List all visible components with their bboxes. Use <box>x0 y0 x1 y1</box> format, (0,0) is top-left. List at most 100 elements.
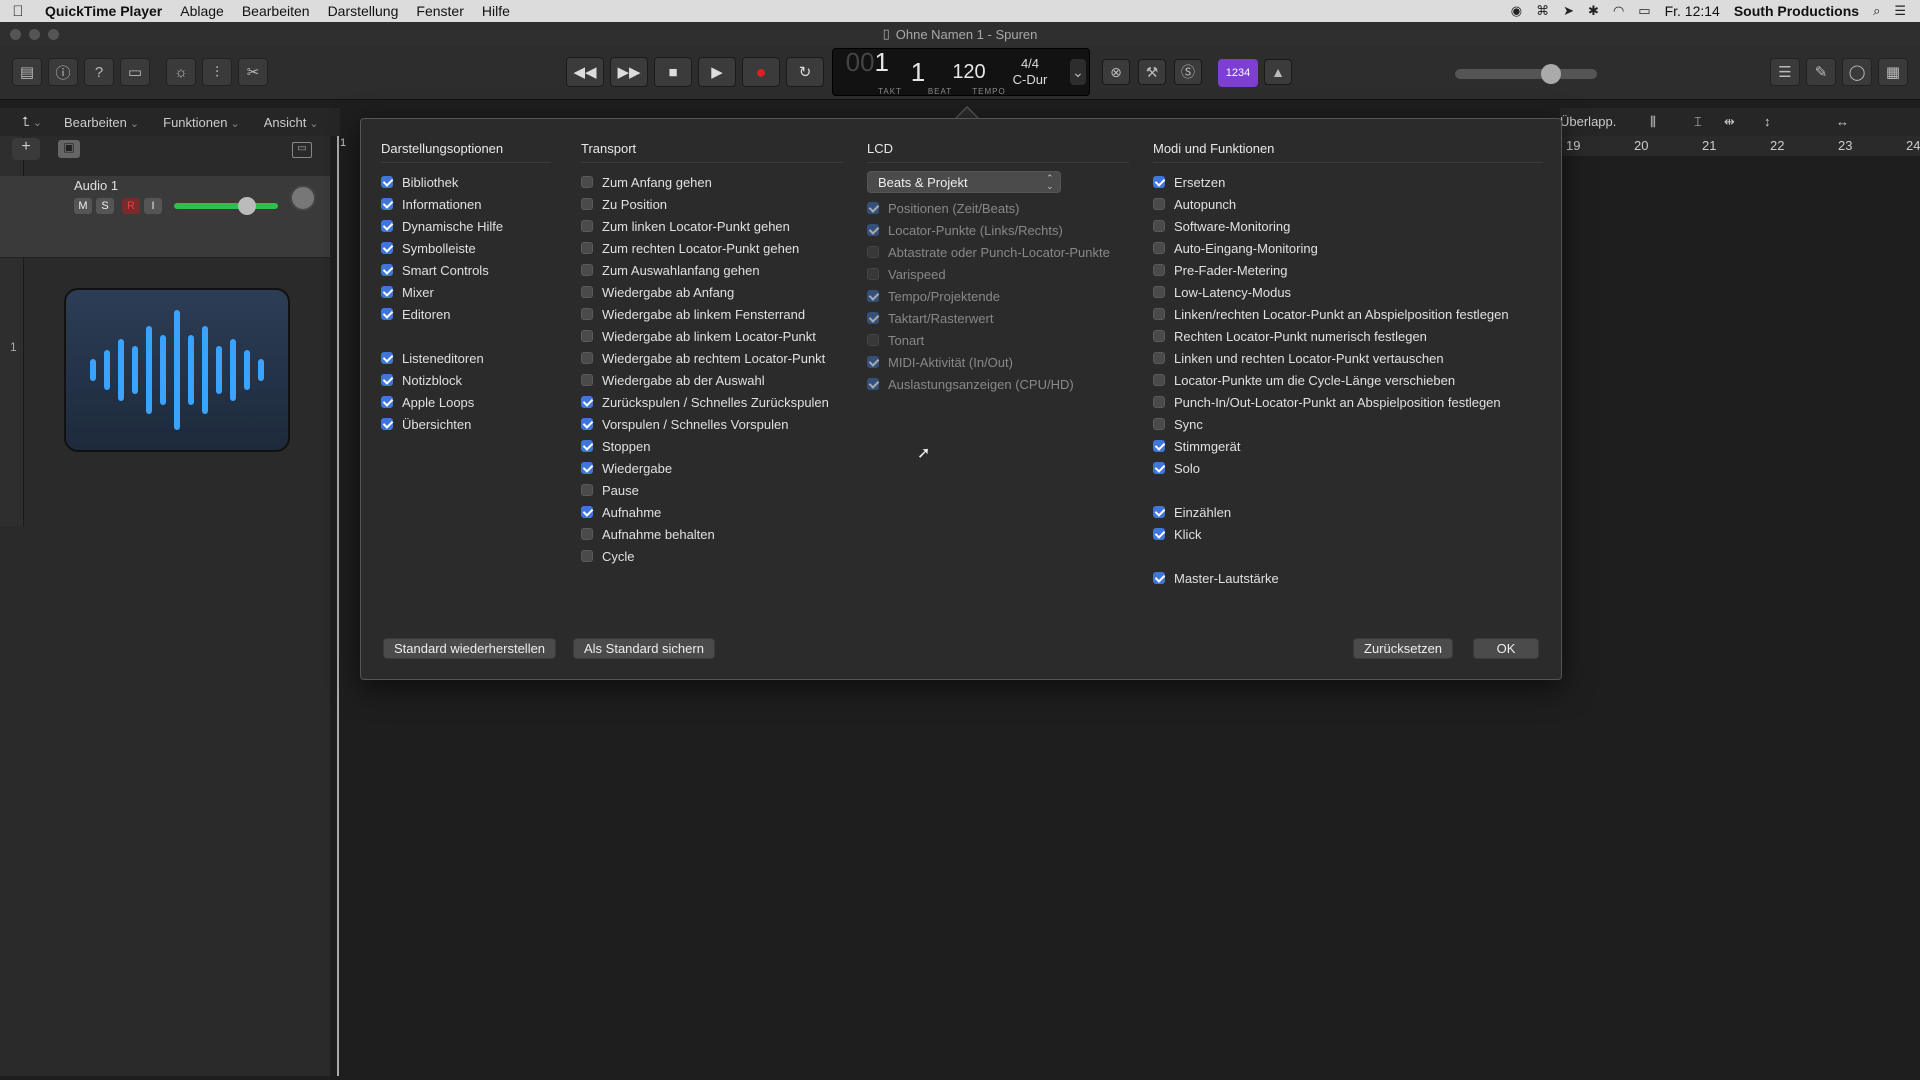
option-checkbox[interactable] <box>1153 330 1165 342</box>
lcd-dropdown-chevron-icon[interactable]: ⌄ <box>1070 59 1086 85</box>
option-checkbox[interactable] <box>1153 528 1165 540</box>
option-checkbox[interactable] <box>581 352 593 364</box>
option-checkbox[interactable] <box>1153 286 1165 298</box>
option-checkbox[interactable] <box>581 374 593 386</box>
browsers-icon[interactable]: ▦ <box>1878 58 1908 86</box>
horizontal-fit-icon[interactable]: ⇹ <box>1724 114 1735 130</box>
pan-knob[interactable] <box>290 185 316 211</box>
user-name[interactable]: South Productions <box>1734 3 1859 19</box>
option-row[interactable]: Locator-Punkte (Links/Rechts) <box>867 219 1129 241</box>
lcd-mode-select[interactable]: Beats & Projekt <box>867 171 1061 193</box>
reset-button[interactable]: Zurücksetzen <box>1353 638 1454 659</box>
solo-button[interactable]: S <box>96 198 114 214</box>
option-row[interactable]: Zu Position <box>581 193 843 215</box>
master-volume-slider[interactable] <box>1455 64 1597 84</box>
option-row[interactable]: Zum Anfang gehen <box>581 171 843 193</box>
global-tracks-icon[interactable]: ▭ <box>292 142 312 158</box>
option-row[interactable]: Ersetzen <box>1153 171 1543 193</box>
option-checkbox[interactable] <box>867 290 879 302</box>
option-checkbox[interactable] <box>1153 396 1165 408</box>
option-row[interactable]: Apple Loops <box>381 391 551 413</box>
option-row[interactable]: Autopunch <box>1153 193 1543 215</box>
vertical-zoom-icon[interactable]: ↕ <box>1764 114 1771 129</box>
save-as-default-button[interactable]: Als Standard sichern <box>573 638 715 659</box>
option-row[interactable]: Informationen <box>381 193 551 215</box>
tracks-menu-ansicht[interactable]: Ansicht <box>252 115 331 130</box>
horizontal-zoom-icon[interactable]: ↔ <box>1836 114 1849 129</box>
replace-mode-icon[interactable]: ⊗ <box>1102 59 1130 85</box>
option-row[interactable]: Wiedergabe ab linkem Locator-Punkt <box>581 325 843 347</box>
option-checkbox[interactable] <box>381 264 393 276</box>
option-row[interactable]: Einzählen <box>1153 501 1543 523</box>
rewind-button[interactable]: ◀◀ <box>566 57 604 87</box>
option-row[interactable]: MIDI-Aktivität (In/Out) <box>867 351 1129 373</box>
option-row[interactable]: Cycle <box>581 545 843 567</box>
option-row[interactable]: Symbolleiste <box>381 237 551 259</box>
option-checkbox[interactable] <box>867 356 879 368</box>
inspector-icon[interactable]: ⓘ <box>48 58 78 86</box>
mixer-icon[interactable]: ⫶ <box>202 58 232 86</box>
restore-default-button[interactable]: Standard wiederherstellen <box>383 638 557 659</box>
waveform-zoom-icon[interactable]: ⫼ <box>1650 114 1656 130</box>
wifi-icon[interactable]: ◠ <box>1613 3 1624 19</box>
option-checkbox[interactable] <box>381 242 393 254</box>
option-row[interactable]: Wiedergabe ab Anfang <box>581 281 843 303</box>
cycle-button[interactable]: ↻ <box>786 57 824 87</box>
menu-ablage[interactable]: Ablage <box>171 3 233 19</box>
option-row[interactable]: Locator-Punkte um die Cycle-Länge versch… <box>1153 369 1543 391</box>
smart-controls-icon[interactable]: ☼ <box>166 58 196 86</box>
menu-bearbeiten[interactable]: Bearbeiten <box>233 3 319 19</box>
option-row[interactable]: Bibliothek <box>381 171 551 193</box>
option-checkbox[interactable] <box>1153 440 1165 452</box>
count-in-button[interactable]: 1234 <box>1218 59 1258 87</box>
option-checkbox[interactable] <box>867 312 879 324</box>
option-checkbox[interactable] <box>867 268 879 280</box>
keyboard-icon[interactable]: ⌘ <box>1536 3 1549 19</box>
option-row[interactable]: Tempo/Projektende <box>867 285 1129 307</box>
option-checkbox[interactable] <box>581 528 593 540</box>
ok-button[interactable]: OK <box>1473 638 1539 659</box>
record-button[interactable]: ● <box>742 57 780 87</box>
option-row[interactable]: Wiedergabe ab der Auswahl <box>581 369 843 391</box>
clock[interactable]: Fr. 12:14 <box>1665 3 1720 19</box>
option-row[interactable]: Wiedergabe ab rechtem Locator-Punkt <box>581 347 843 369</box>
notification-center-icon[interactable]: ☰ <box>1894 3 1906 19</box>
play-button[interactable]: ▶ <box>698 57 736 87</box>
back-arrow-icon[interactable]: ⮤ <box>0 114 52 130</box>
master-volume-knob[interactable] <box>1541 64 1561 84</box>
menu-app-name[interactable]: QuickTime Player <box>36 3 171 19</box>
option-checkbox[interactable] <box>381 198 393 210</box>
option-row[interactable]: Aufnahme behalten <box>581 523 843 545</box>
apple-menu-icon[interactable]:  <box>0 3 36 20</box>
option-checkbox[interactable] <box>1153 220 1165 232</box>
record-status-icon[interactable]: ◉ <box>1511 3 1522 19</box>
option-row[interactable]: Zum Auswahlanfang gehen <box>581 259 843 281</box>
tracks-menu-bearbeiten[interactable]: Bearbeiten <box>52 115 151 130</box>
option-checkbox[interactable] <box>1153 374 1165 386</box>
option-row[interactable]: Editoren <box>381 303 551 325</box>
option-row[interactable]: Stimmgerät <box>1153 435 1543 457</box>
option-row[interactable]: Zum rechten Locator-Punkt gehen <box>581 237 843 259</box>
input-monitor-button[interactable]: I <box>144 198 162 214</box>
loop-browser-icon[interactable]: ◯ <box>1842 58 1872 86</box>
option-checkbox[interactable] <box>581 176 593 188</box>
option-row[interactable]: Stoppen <box>581 435 843 457</box>
zoom-window-button[interactable] <box>48 29 59 40</box>
vertical-fit-icon[interactable]: ⌶ <box>1694 114 1702 130</box>
location-icon[interactable]: ➤ <box>1563 3 1574 19</box>
quick-help-icon[interactable]: ? <box>84 58 114 86</box>
option-checkbox[interactable] <box>381 176 393 188</box>
option-checkbox[interactable] <box>1153 572 1165 584</box>
option-row[interactable]: Vorspulen / Schnelles Vorspulen <box>581 413 843 435</box>
menu-hilfe[interactable]: Hilfe <box>473 3 519 19</box>
option-checkbox[interactable] <box>581 418 593 430</box>
option-row[interactable]: Tonart <box>867 329 1129 351</box>
option-row[interactable]: Wiedergabe ab linkem Fensterrand <box>581 303 843 325</box>
option-checkbox[interactable] <box>1153 198 1165 210</box>
note-pad-icon[interactable]: ✎ <box>1806 58 1836 86</box>
bluetooth-icon[interactable]: ✱ <box>1588 3 1599 19</box>
option-checkbox[interactable] <box>581 462 593 474</box>
menu-fenster[interactable]: Fenster <box>407 3 472 19</box>
option-row[interactable]: Listeneditoren <box>381 347 551 369</box>
list-editors-icon[interactable]: ☰ <box>1770 58 1800 86</box>
